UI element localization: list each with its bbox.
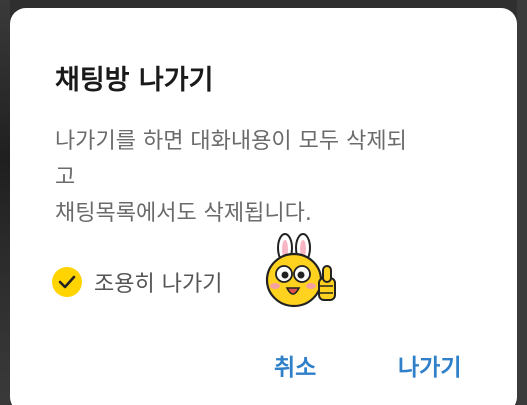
background-chat-left (0, 0, 10, 405)
yellow-character-thumbs-up-icon (257, 230, 343, 312)
cancel-button[interactable]: 취소 (274, 348, 316, 382)
silent-leave-checkbox[interactable]: 조용히 나가기 (52, 262, 222, 302)
dialog-message-line: 채팅목록에서도 삭제됩니다. (55, 201, 312, 226)
leave-button[interactable]: 나가기 (398, 348, 461, 382)
leave-chatroom-dialog: 채팅방 나가기 나가기를 하면 대화내용이 모두 삭제되 고 채팅목록에서도 삭… (10, 8, 517, 405)
dialog-message-line: 고 (55, 165, 76, 190)
dialog-message: 나가기를 하면 대화내용이 모두 삭제되 고 채팅목록에서도 삭제됩니다. (55, 124, 475, 232)
dialog-title: 채팅방 나가기 (55, 65, 214, 96)
dialog-message-line: 나가기를 하면 대화내용이 모두 삭제되 (55, 129, 407, 154)
background-chat-right (517, 0, 527, 405)
silent-leave-label[interactable]: 조용히 나가기 (94, 266, 222, 298)
checkmark-icon[interactable] (52, 267, 82, 297)
